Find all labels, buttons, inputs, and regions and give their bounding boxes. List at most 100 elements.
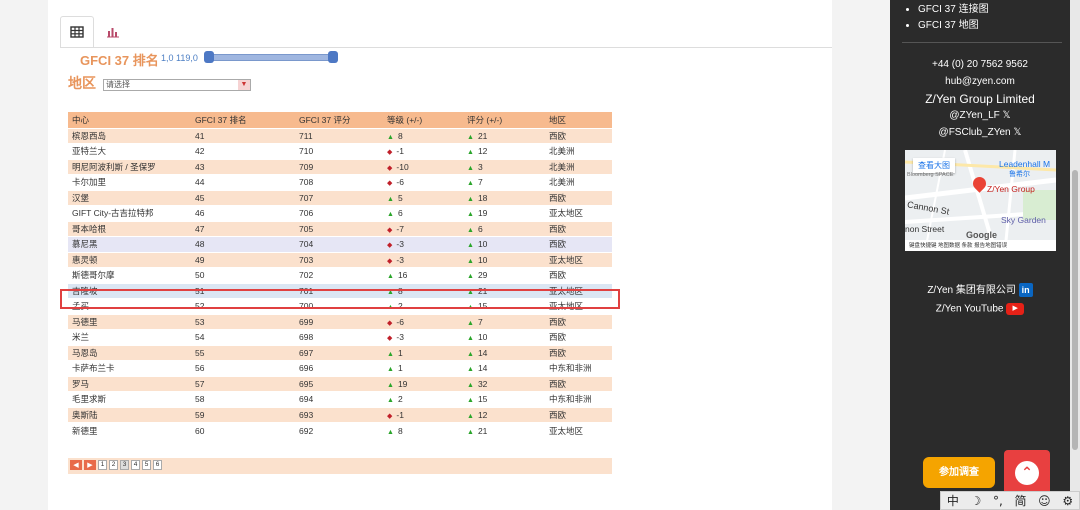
cell-rank: 42 bbox=[191, 143, 295, 159]
table-row[interactable]: 惠灵顿 49 703 ◆ -3 ▲ 10 亚太地区 bbox=[68, 251, 612, 268]
moon-icon[interactable]: ☽ bbox=[971, 494, 982, 508]
table-row[interactable]: 明尼阿波利斯 / 圣保罗 43 709 ◆ -10 ▲ 3 北美洲 bbox=[68, 158, 612, 175]
linkedin-label: Z/Yen 集团有限公司 bbox=[927, 285, 1016, 296]
arrow-up-icon: ▲ bbox=[387, 397, 394, 405]
table-row[interactable]: 毛里求斯 58 694 ▲ 2 ▲ 15 中东和非洲 bbox=[68, 391, 612, 407]
join-survey-button[interactable]: 参加调查 bbox=[923, 457, 995, 488]
rank-range-slider[interactable] bbox=[205, 54, 337, 61]
emoji-icon[interactable]: ☺ bbox=[1038, 494, 1051, 508]
cell-rank: 44 bbox=[191, 174, 295, 190]
cell-score-change: ▲ 10 bbox=[463, 236, 545, 252]
cell-rank: 45 bbox=[191, 189, 295, 206]
twitter-link-fsclub[interactable]: @FSClub_ZYen 𝕏 bbox=[890, 127, 1070, 138]
table-row[interactable]: 奥斯陆 59 693 ◆ -1 ▲ 12 西欧 bbox=[68, 406, 612, 423]
phone-number: +44 (0) 20 7562 9562 bbox=[932, 59, 1028, 70]
table-row[interactable]: 槟恩西岛 41 711 ▲ 8 ▲ 21 西欧 bbox=[68, 127, 612, 144]
page-3[interactable]: 3 bbox=[120, 460, 129, 470]
table-row[interactable]: 米兰 54 698 ◆ -3 ▲ 10 西欧 bbox=[68, 329, 612, 345]
table-row[interactable]: 亚特兰大 42 710 ◆ -1 ▲ 12 北美洲 bbox=[68, 143, 612, 159]
page-4[interactable]: 4 bbox=[131, 460, 140, 470]
rank-change-value: 8 bbox=[397, 130, 403, 141]
back-to-top-button[interactable]: ⌃ bbox=[1004, 450, 1050, 496]
ime-chinese-mode[interactable]: 中 bbox=[947, 492, 959, 509]
table-row[interactable]: 卡萨布兰卡 56 696 ▲ 1 ▲ 14 中东和非洲 bbox=[68, 360, 612, 376]
arrow-up-icon: ▲ bbox=[467, 335, 474, 343]
cell-rank: 50 bbox=[191, 267, 295, 283]
col-header-rank-change[interactable]: 等级 (+/-) bbox=[383, 112, 463, 128]
cell-rank: 46 bbox=[191, 205, 295, 221]
map-label-leadenhall-sub: 鲁希尔 bbox=[1009, 171, 1030, 178]
cell-rank-change: ▲ 8 bbox=[383, 127, 463, 144]
col-header-region[interactable]: 地区 bbox=[545, 112, 612, 128]
cell-center: 新德里 bbox=[68, 422, 191, 438]
col-header-center[interactable]: 中心 bbox=[68, 112, 191, 128]
page-2[interactable]: 2 bbox=[109, 460, 118, 470]
score-change-value: 32 bbox=[477, 378, 488, 389]
tab-table[interactable] bbox=[60, 16, 94, 48]
pagination: ◀ ▶ 1 2 3 4 5 6 bbox=[70, 460, 162, 470]
table-row[interactable]: 斯德哥尔摩 50 702 ▲ 16 ▲ 29 西欧 bbox=[68, 267, 612, 283]
tab-chart[interactable] bbox=[96, 16, 130, 48]
cell-region: 北美洲 bbox=[545, 174, 612, 190]
cell-rank-change: ▲ 8 bbox=[383, 422, 463, 438]
cell-score: 692 bbox=[295, 422, 383, 438]
page-scrollbar[interactable] bbox=[1070, 0, 1080, 510]
cell-rank-change: ◆ -6 bbox=[383, 174, 463, 190]
scrollbar-thumb[interactable] bbox=[1072, 170, 1078, 450]
cell-rank: 41 bbox=[191, 127, 295, 144]
table-row[interactable]: 汉堡 45 707 ▲ 5 ▲ 18 西欧 bbox=[68, 189, 612, 206]
email-link[interactable]: hub@zyen.com bbox=[890, 76, 1070, 87]
col-header-score[interactable]: GFCI 37 评分 bbox=[295, 112, 383, 128]
arrow-up-icon: ▲ bbox=[467, 226, 474, 234]
table-row[interactable]: 卡尔加里 44 708 ◆ -6 ▲ 7 北美洲 bbox=[68, 174, 612, 190]
arrow-up-icon: ▲ bbox=[467, 133, 474, 141]
cell-region: 西欧 bbox=[545, 344, 612, 361]
youtube-icon: ▶ bbox=[1006, 303, 1025, 315]
cell-rank-change: ◆ -7 bbox=[383, 220, 463, 237]
tab-divider bbox=[60, 47, 832, 48]
table-row[interactable]: 马恩岛 55 697 ▲ 1 ▲ 14 西欧 bbox=[68, 344, 612, 361]
view-larger-map-link[interactable]: 查看大图 bbox=[913, 158, 955, 173]
prev-page-button[interactable]: ◀ bbox=[70, 460, 82, 470]
slider-handle-max[interactable] bbox=[328, 51, 338, 63]
youtube-link[interactable]: Z/Yen YouTube ▶ bbox=[890, 303, 1070, 315]
col-header-rank[interactable]: GFCI 37 排名 bbox=[191, 112, 295, 128]
table-row[interactable]: 哥本哈根 47 705 ◆ -7 ▲ 6 西欧 bbox=[68, 220, 612, 237]
page-6[interactable]: 6 bbox=[153, 460, 162, 470]
arrow-down-icon: ◆ bbox=[387, 242, 393, 250]
rank-change-value: -3 bbox=[396, 254, 404, 265]
cell-score-change: ▲ 32 bbox=[463, 375, 545, 392]
sidebar-link-map[interactable]: GFCI 37 地图 bbox=[918, 18, 989, 34]
rank-change-value: 16 bbox=[397, 270, 408, 281]
region-select[interactable]: 请选择 ▼ bbox=[103, 79, 251, 91]
table-row[interactable]: 马德里 53 699 ◆ -6 ▲ 7 西欧 bbox=[68, 313, 612, 330]
location-map[interactable]: 查看大图 Leadenhall M 鲁希尔 Bloomberg SPACE Z/… bbox=[905, 150, 1056, 251]
cell-score: 710 bbox=[295, 143, 383, 159]
ime-simplified-toggle[interactable]: 简 bbox=[1014, 492, 1026, 509]
settings-gear-icon[interactable]: ⚙ bbox=[1062, 494, 1073, 508]
rank-change-value: -3 bbox=[396, 239, 404, 250]
sidebar-link-connectivity[interactable]: GFCI 37 连接图 bbox=[918, 2, 989, 18]
cell-region: 北美洲 bbox=[545, 158, 612, 175]
col-header-score-change[interactable]: 评分 (+/-) bbox=[463, 112, 545, 128]
arrow-up-icon: ▲ bbox=[467, 242, 474, 250]
table-row[interactable]: 罗马 57 695 ▲ 19 ▲ 32 西欧 bbox=[68, 375, 612, 392]
table-row[interactable]: 新德里 60 692 ▲ 8 ▲ 21 亚太地区 bbox=[68, 422, 612, 438]
punctuation-toggle[interactable]: °, bbox=[993, 494, 1003, 508]
twitter-link-lf[interactable]: @ZYen_LF 𝕏 bbox=[890, 110, 1070, 121]
cell-region: 西欧 bbox=[545, 375, 612, 392]
page-5[interactable]: 5 bbox=[142, 460, 151, 470]
arrow-up-icon: ▲ bbox=[467, 319, 474, 327]
linkedin-link[interactable]: Z/Yen 集团有限公司 in bbox=[890, 281, 1070, 298]
next-page-button[interactable]: ▶ bbox=[84, 460, 96, 470]
table-row[interactable]: GIFT City-古吉拉特邦 46 706 ▲ 6 ▲ 19 亚太地区 bbox=[68, 205, 612, 221]
cell-region: 亚太地区 bbox=[545, 205, 612, 221]
rank-change-value: 6 bbox=[397, 208, 403, 219]
page-1[interactable]: 1 bbox=[98, 460, 107, 470]
score-change-value: 14 bbox=[477, 347, 488, 358]
cell-rank-change: ▲ 1 bbox=[383, 344, 463, 361]
table-row[interactable]: 慕尼黑 48 704 ◆ -3 ▲ 10 西欧 bbox=[68, 236, 612, 252]
rank-change-value: 5 bbox=[397, 192, 403, 203]
slider-handle-min[interactable] bbox=[204, 51, 214, 63]
cell-center: 慕尼黑 bbox=[68, 236, 191, 252]
